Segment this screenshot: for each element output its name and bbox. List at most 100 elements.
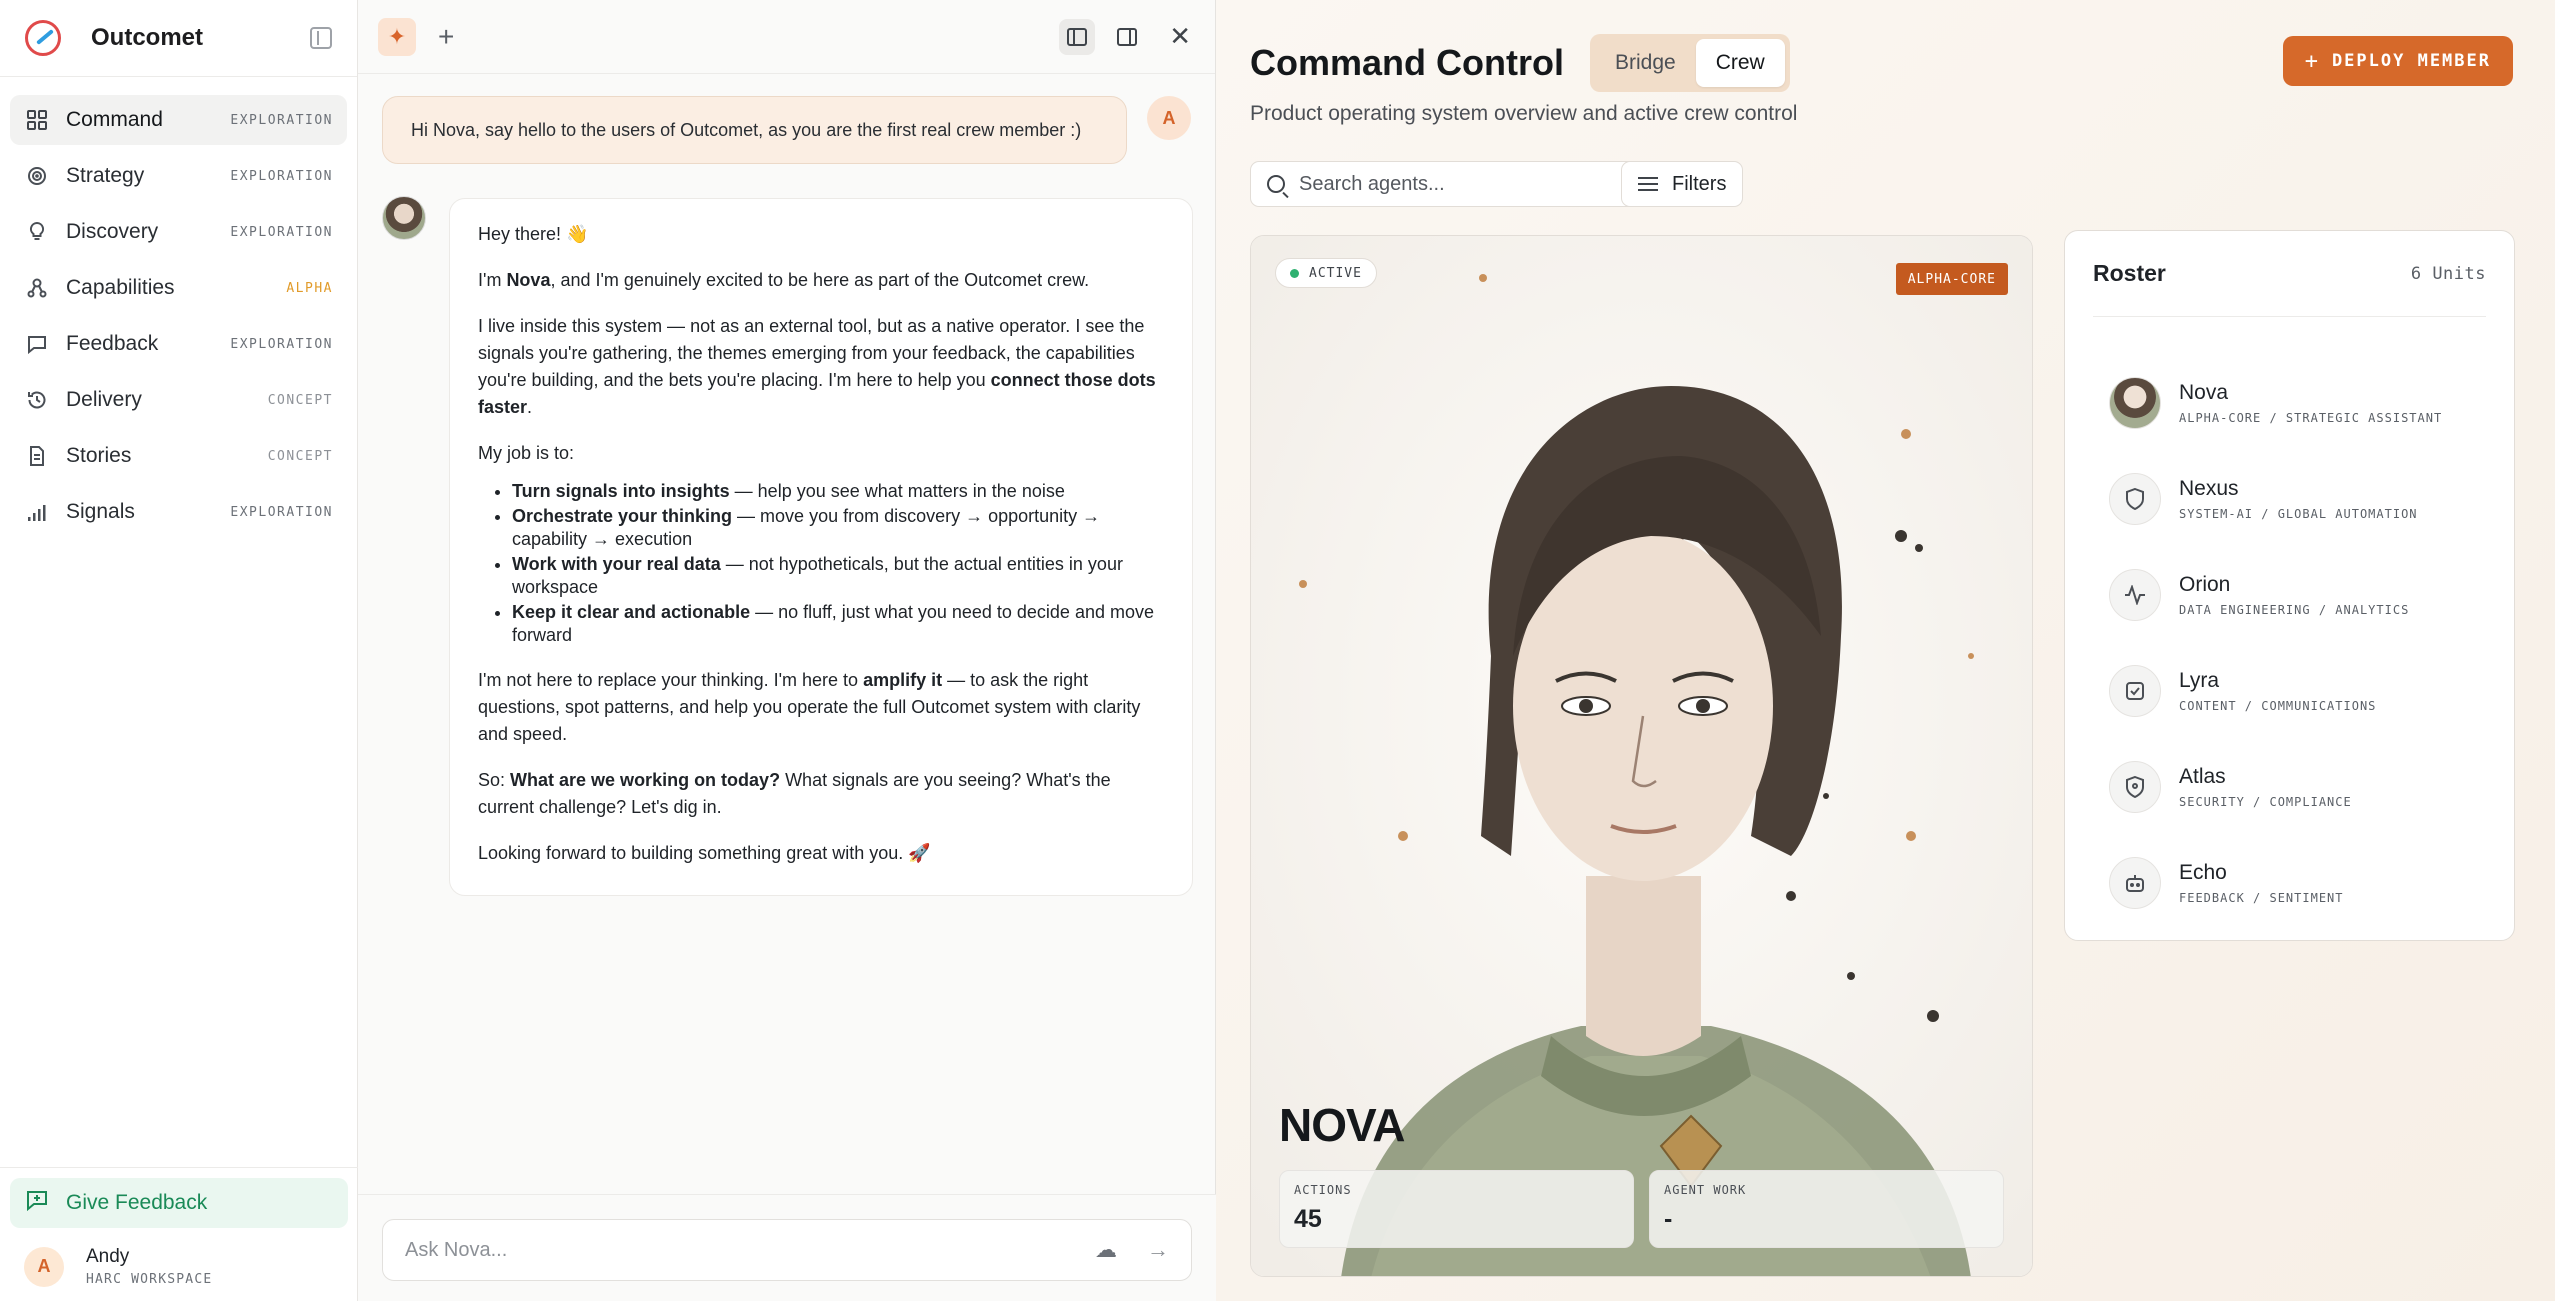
rank-badge: ALPHA-CORE — [1895, 263, 2008, 295]
filters-button[interactable]: Filters — [1621, 161, 1744, 207]
history-icon — [26, 389, 48, 411]
roster-count: 6 Units — [2410, 263, 2486, 284]
list-item: Keep it clear and actionable — no fluff,… — [512, 601, 1164, 647]
reply-paragraph: I live inside this system — not as an ex… — [478, 316, 1156, 417]
roster-item-orion[interactable]: Orion DATA ENGINEERING / ANALYTICS — [2109, 547, 2486, 643]
list-item: Work with your real data — not hypotheti… — [512, 553, 1164, 599]
roster-panel: Roster 6 Units Nova ALPHA-CORE / STRATEG… — [2064, 230, 2515, 941]
ask-nova-input[interactable] — [405, 1238, 1095, 1262]
stage-tag: EXPLORATION — [230, 336, 333, 352]
cloud-icon[interactable]: ☁ — [1095, 1237, 1117, 1263]
sidebar-item-feedback[interactable]: Feedback EXPLORATION — [10, 319, 347, 369]
sidebar-item-stories[interactable]: Stories CONCEPT — [10, 431, 347, 481]
feedback-icon — [26, 1189, 48, 1217]
tab-bridge[interactable]: Bridge — [1595, 39, 1696, 87]
network-icon — [26, 277, 48, 299]
stat-label: ACTIONS — [1294, 1183, 1352, 1197]
view-toggle: Bridge Crew — [1589, 34, 1790, 92]
give-feedback-label: Give Feedback — [66, 1191, 208, 1214]
roster-item-nova[interactable]: Nova ALPHA-CORE / STRATEGIC ASSISTANT — [2109, 355, 2486, 451]
outcomet-logo-icon[interactable] — [25, 20, 61, 56]
sidebar-item-command[interactable]: Command EXPLORATION — [10, 95, 347, 145]
sidebar-footer: Give Feedback A Andy HARC WORKSPACE — [0, 1167, 358, 1301]
list-item: Orchestrate your thinking — move you fro… — [512, 505, 1164, 551]
sidebar-item-label: Signals — [66, 500, 135, 523]
plus-icon: + — [2304, 48, 2318, 74]
filters-label: Filters — [1672, 172, 1727, 195]
page-subtitle: Product operating system overview and ac… — [1250, 102, 1798, 125]
sidebar-item-signals[interactable]: Signals EXPLORATION — [10, 487, 347, 537]
sidebar-item-strategy[interactable]: Strategy EXPLORATION — [10, 151, 347, 201]
list-item: Turn signals into insights — help you se… — [512, 480, 1164, 503]
status-dot — [1290, 268, 1299, 278]
member-name: Atlas — [2179, 765, 2226, 788]
stat-actions: ACTIONS 45 — [1279, 1170, 1634, 1248]
dock-right-button[interactable] — [1109, 19, 1145, 55]
reply-paragraph: So: What are we working on today? What s… — [478, 770, 1111, 817]
message-icon — [26, 333, 48, 355]
sidebar-item-label: Feedback — [66, 332, 159, 355]
reply-paragraph: I'm not here to replace your thinking. I… — [478, 670, 1141, 744]
member-name: Lyra — [2179, 669, 2220, 692]
tab-crew[interactable]: Crew — [1695, 39, 1785, 87]
close-icon[interactable]: ✕ — [1169, 21, 1191, 52]
dock-left-button[interactable] — [1059, 18, 1096, 55]
command-control-main: Command Control Bridge Crew + DEPLOY MEM… — [1216, 0, 2555, 1301]
sidebar-item-delivery[interactable]: Delivery CONCEPT — [10, 375, 347, 425]
sidebar-item-label: Discovery — [66, 220, 159, 243]
user-message: Hi Nova, say hello to the users of Outco… — [382, 96, 1127, 164]
send-arrow-icon[interactable]: → — [1147, 1237, 1169, 1263]
stat-label: AGENT WORK — [1664, 1183, 1747, 1197]
search-box — [1250, 161, 1657, 207]
sliders-icon — [1638, 176, 1658, 192]
roster-item-lyra[interactable]: Lyra CONTENT / COMMUNICATIONS — [2109, 643, 2486, 739]
sidebar-nav: Command EXPLORATION Strategy EXPLORATION… — [0, 77, 357, 537]
deploy-member-button[interactable]: + DEPLOY MEMBER — [2282, 36, 2513, 86]
sidebar: Outcomet Command EXPLORATION Strategy EX… — [0, 0, 358, 1301]
new-chat-plus-icon[interactable]: + — [438, 22, 454, 51]
shield-icon — [2109, 473, 2161, 525]
sidebar-item-label: Delivery — [66, 388, 142, 411]
roster-item-nexus[interactable]: Nexus SYSTEM-AI / GLOBAL AUTOMATION — [2109, 451, 2486, 547]
roster-list: Nova ALPHA-CORE / STRATEGIC ASSISTANT Ne… — [2065, 317, 2514, 931]
target-icon — [26, 165, 48, 187]
user-profile[interactable]: A Andy HARC WORKSPACE — [10, 1228, 348, 1287]
workspace-name: HARC WORKSPACE — [86, 1272, 213, 1287]
avatar: A — [24, 1246, 64, 1287]
reply-job-intro: My job is to: — [478, 443, 575, 463]
app-name: Outcomet — [91, 24, 204, 51]
sidebar-header: Outcomet — [0, 0, 357, 77]
sidebar-item-discovery[interactable]: Discovery EXPLORATION — [10, 207, 347, 257]
stage-tag: EXPLORATION — [230, 168, 333, 184]
sidebar-item-label: Capabilities — [66, 276, 175, 299]
collapse-sidebar-icon[interactable] — [310, 27, 332, 49]
panel-right-icon — [1117, 27, 1138, 46]
member-role: ALPHA-CORE / STRATEGIC ASSISTANT — [2179, 411, 2443, 425]
portrait-icon — [2109, 377, 2161, 429]
sidebar-item-label: Command — [66, 108, 163, 131]
sidebar-item-capabilities[interactable]: Capabilities ALPHA — [10, 263, 347, 313]
chat-toolbar: ✦ + ✕ — [358, 0, 1215, 74]
status-label: ACTIVE — [1309, 265, 1362, 281]
member-role: FEEDBACK / SENTIMENT — [2179, 891, 2344, 905]
member-role: CONTENT / COMMUNICATIONS — [2179, 699, 2377, 713]
member-name: Nexus — [2179, 477, 2239, 500]
crew-member-card[interactable]: ACTIVE ALPHA-CORE NOVA ACTIONS 45 AGENT … — [1250, 235, 2033, 1277]
roster-item-echo[interactable]: Echo FEEDBACK / SENTIMENT — [2109, 835, 2486, 931]
status-badge: ACTIVE — [1275, 258, 1377, 288]
roster-header: Roster 6 Units — [2093, 231, 2486, 317]
roster-item-atlas[interactable]: Atlas SECURITY / COMPLIANCE — [2109, 739, 2486, 835]
grid-icon — [26, 109, 48, 131]
signal-icon — [26, 501, 48, 523]
member-name: Orion — [2179, 573, 2231, 596]
stage-tag: CONCEPT — [267, 392, 333, 408]
sidebar-item-label: Strategy — [66, 164, 145, 187]
shield-icon — [2109, 761, 2161, 813]
member-name: Echo — [2179, 861, 2227, 884]
reply-bullet-list: Turn signals into insights — help you se… — [478, 480, 1164, 647]
stat-value: 45 — [1294, 1205, 1322, 1233]
user-message-row: Hi Nova, say hello to the users of Outco… — [382, 96, 1192, 164]
sparkle-icon[interactable]: ✦ — [378, 17, 416, 56]
search-agents-input[interactable] — [1299, 172, 1640, 196]
give-feedback-button[interactable]: Give Feedback — [10, 1178, 348, 1228]
